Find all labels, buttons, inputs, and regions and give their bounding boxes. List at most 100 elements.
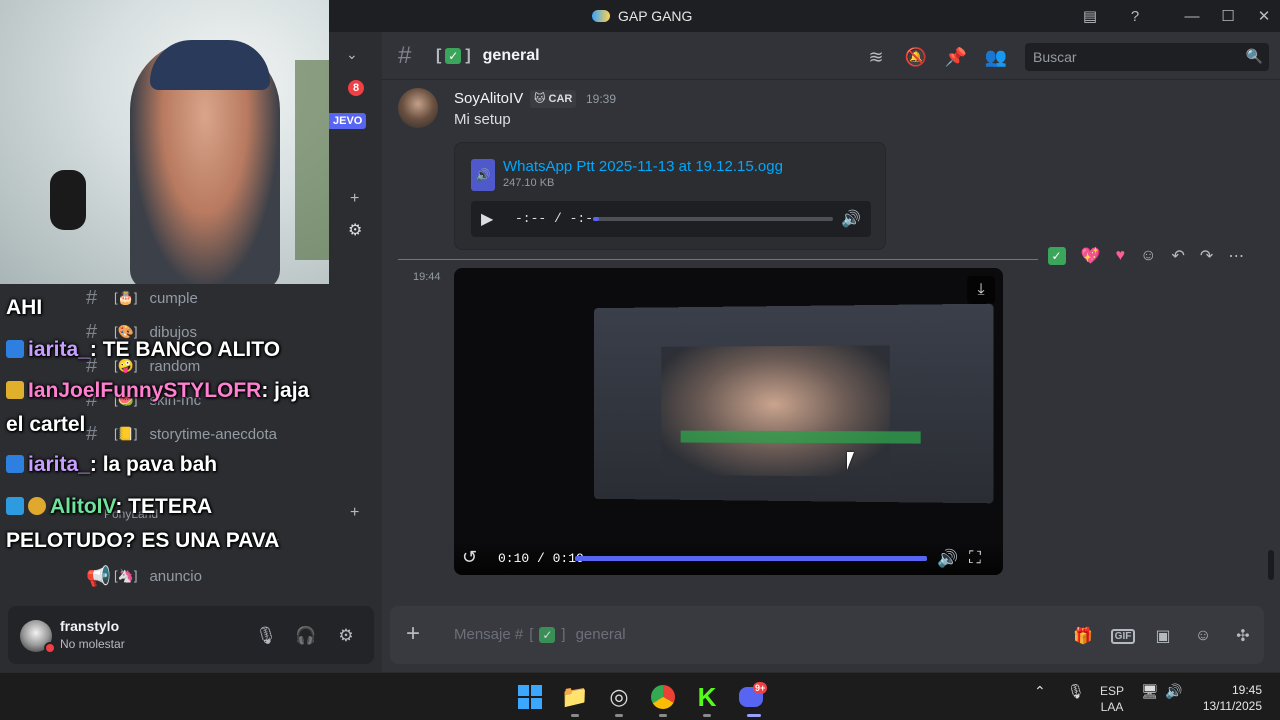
language-indicator[interactable]: ESP LAA (1100, 683, 1124, 715)
discord-badge: 9+ (753, 682, 768, 694)
fullscreen-icon[interactable]: ⛶ (969, 548, 981, 568)
sticker-icon[interactable]: ▣ (1151, 624, 1175, 648)
channel-header: # [✓] general ≋ 🔕 📌 👥 Buscar 🔍 (382, 32, 1280, 80)
hash-icon: # (86, 422, 98, 445)
unread-badge: 8 (348, 80, 364, 96)
pin-icon[interactable]: 📌 (945, 46, 967, 68)
user-panel: franstylo No molestar 🎙 🎧 ⚙ (8, 606, 374, 664)
user-settings-icon[interactable]: ⚙ (334, 624, 358, 648)
apps-icon[interactable]: ✣ (1231, 624, 1255, 648)
emoji-icon[interactable]: ☺ (1191, 624, 1215, 648)
channel-anuncio[interactable]: 📢 [🦄] anuncio (86, 561, 202, 591)
more-options-icon[interactable]: ⋯ (1228, 246, 1244, 266)
network-icon[interactable]: 🖥 (1141, 683, 1159, 700)
threads-icon[interactable]: ≋ (865, 46, 887, 68)
overlay-chat-line: iarita_: la pava bah (6, 448, 217, 482)
message-timestamp: 19:39 (586, 92, 617, 106)
megaphone-icon: 📢 (86, 565, 111, 588)
inbox-icon[interactable]: ▤ (1079, 6, 1101, 26)
play-icon[interactable]: ▶ (481, 209, 493, 229)
headphones-icon[interactable]: 🎧 (294, 624, 318, 648)
server-logo-icon (592, 10, 610, 22)
overlay-chat-line: PELOTUDO? ES UNA PAVA (6, 529, 280, 552)
message-timestamp: 19:44 (413, 271, 441, 283)
message-text: Mi setup (454, 111, 511, 128)
forward-icon[interactable]: ↷ (1200, 246, 1213, 266)
file-explorer-icon[interactable]: 📁 (559, 681, 591, 713)
check-icon: ✓ (445, 48, 462, 64)
channel-label: storytime-anecdota (149, 425, 277, 443)
prime-badge-icon (6, 455, 24, 473)
close-icon[interactable]: ✕ (1253, 6, 1275, 26)
download-icon[interactable]: ⤓ (967, 276, 995, 304)
attach-plus-icon[interactable]: + (406, 620, 420, 648)
maximize-icon[interactable]: ☐ (1217, 6, 1239, 26)
video-attachment[interactable]: ⤓ ↺ 0:10 / 0:10 🔊 ⛶ (454, 268, 1003, 575)
audio-time: -:-- / -:-- (515, 211, 601, 226)
message-composer[interactable]: + Mensaje # [✓] general 🎁 GIF ▣ ☺ ✣ (390, 606, 1264, 664)
audio-file-icon: 🔊 (471, 159, 495, 191)
tray-chevron-icon[interactable]: ⌃ (1034, 683, 1046, 700)
new-messages-divider (398, 259, 1038, 260)
prime-badge-icon (6, 340, 24, 358)
chrome-icon[interactable] (647, 681, 679, 713)
streamer-webcam (0, 0, 329, 284)
taskbar: 📁 ◎ K 9+ ⌃ 🎙 ESP LAA 🖥 🔊 19:45 13/11/202… (0, 672, 1280, 720)
video-time: 0:10 / 0:10 (498, 551, 584, 566)
help-icon[interactable]: ? (1124, 6, 1146, 26)
sub-badge-icon (28, 497, 46, 515)
overlay-chat-line: AHI (6, 296, 43, 319)
message-author[interactable]: SoyAlitoIV (454, 90, 523, 107)
message-input[interactable]: Mensaje # [✓] general (454, 626, 626, 643)
audio-progress-bar[interactable] (593, 217, 833, 221)
add-category-icon[interactable]: + (350, 504, 359, 522)
username[interactable]: franstylo (60, 618, 119, 634)
minimize-icon[interactable]: — (1181, 6, 1203, 26)
file-name-link[interactable]: WhatsApp Ptt 2025-11-13 at 19.12.15.ogg (503, 158, 783, 175)
overlay-chat-line: IanJoelFunnySTYLOFR: jaja (6, 374, 309, 408)
mouse-cursor-icon (847, 452, 854, 470)
video-progress-bar[interactable] (575, 556, 927, 561)
message-actions-toolbar: ✓ 💖 ♥ ☺ ↶ ↷ ⋯ (1040, 240, 1252, 272)
heart-sparkle-reaction-icon[interactable]: 💖 (1081, 246, 1101, 266)
check-icon: ✓ (539, 626, 556, 643)
gift-icon[interactable]: 🎁 (1071, 624, 1095, 648)
channel-label: anuncio (149, 567, 202, 585)
microphone-icon[interactable]: 🎙 (254, 624, 278, 648)
kick-icon[interactable]: K (691, 681, 723, 713)
avatar[interactable] (398, 88, 438, 128)
members-icon[interactable]: 👥 (985, 46, 1007, 68)
settings-icon[interactable]: ⚙ (348, 220, 362, 240)
reply-icon[interactable]: ↶ (1171, 246, 1184, 266)
clock[interactable]: 19:45 13/11/2025 (1192, 682, 1262, 714)
gif-icon[interactable]: GIF (1110, 624, 1136, 648)
add-reaction-icon[interactable]: ☺ (1140, 247, 1156, 265)
video-controls: ↺ 0:10 / 0:10 🔊 ⛶ (454, 541, 1003, 575)
volume-icon[interactable]: 🔊 (841, 209, 861, 229)
dnd-status-icon (44, 642, 56, 654)
audio-attachment: 🔊 WhatsApp Ptt 2025-11-13 at 19.12.15.og… (454, 142, 886, 250)
channel-cumple[interactable]: # [🎂] cumple (86, 283, 198, 313)
heart-reaction-icon[interactable]: ♥ (1116, 247, 1126, 265)
search-input[interactable]: Buscar 🔍 (1025, 43, 1269, 71)
title-bar: GAP GANG ▤ ? — ☐ ✕ (329, 0, 1280, 32)
overlay-chat-line: AlitoIV: TETERA (6, 490, 212, 524)
check-reaction-icon[interactable]: ✓ (1047, 247, 1066, 265)
windows-start-icon[interactable] (514, 681, 546, 713)
replay-icon[interactable]: ↺ (462, 547, 477, 568)
overlay-chat-line: iarita_: TE BANCO ALITO (6, 333, 280, 367)
chat-scrollbar[interactable] (1268, 550, 1274, 580)
speaker-icon[interactable]: 🔊 (1165, 683, 1182, 700)
sidebar-collapse-icon[interactable]: ⌄ (346, 46, 358, 63)
user-status: No molestar (60, 637, 125, 651)
microphone-image (50, 170, 86, 230)
obs-icon[interactable]: ◎ (603, 681, 635, 713)
audio-player: ▶ -:-- / -:-- 🔊 (471, 201, 871, 237)
channel-storytime[interactable]: # [📒] storytime-anecdota (86, 419, 277, 449)
new-badge: JEVO (329, 113, 367, 129)
volume-icon[interactable]: 🔊 (937, 549, 958, 569)
guild-tag[interactable]: 🐱 CAR (530, 90, 577, 108)
tray-mic-icon[interactable]: 🎙 (1067, 683, 1085, 700)
add-channel-icon[interactable]: + (350, 190, 359, 208)
mute-bell-icon[interactable]: 🔕 (905, 46, 927, 68)
